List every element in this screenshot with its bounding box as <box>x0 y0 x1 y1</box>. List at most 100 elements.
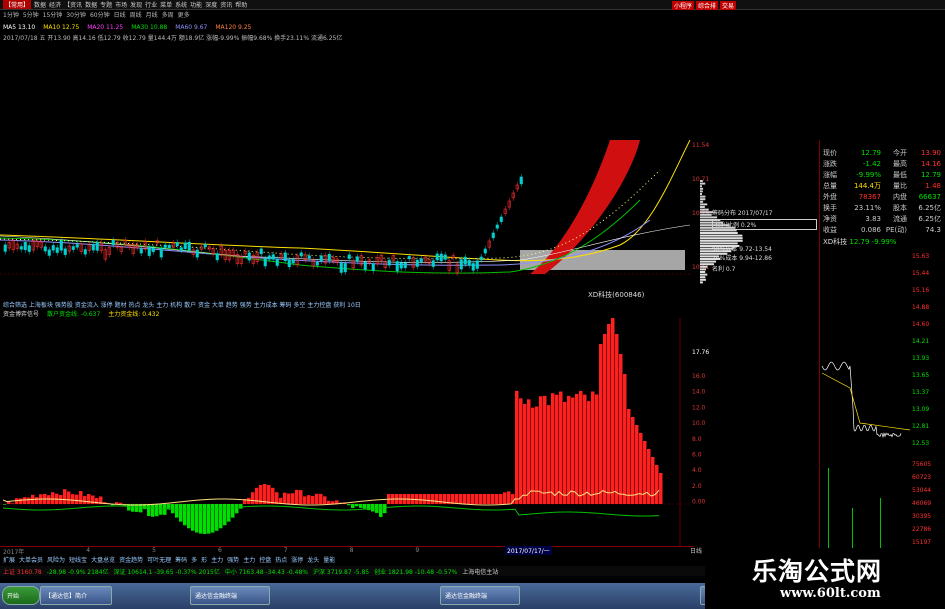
menu-item[interactable]: 【资讯 <box>64 0 82 9</box>
top-button[interactable]: 交易 <box>720 1 737 10</box>
taskbar-item[interactable]: 开始 <box>2 586 40 605</box>
indicator-tab[interactable]: 大盘总览 <box>91 555 115 564</box>
indicator-tab[interactable]: 控盘 <box>259 555 271 564</box>
fund-bar <box>295 489 299 504</box>
fund-bar <box>147 504 151 516</box>
menu-item[interactable]: 功能 <box>190 0 202 9</box>
fund-bar <box>363 504 367 509</box>
fund-bar <box>79 491 83 504</box>
quote-row: 换手 23.11% 股本 6.25亿 <box>823 203 945 213</box>
period-indicator[interactable]: 日线 <box>690 546 702 555</box>
fund-bar <box>575 393 579 504</box>
quote-value: 78367 <box>858 193 881 201</box>
indicator-tab[interactable]: 可叶无理 <box>147 555 171 564</box>
menu-item[interactable]: 经济 <box>49 0 61 9</box>
price-chart[interactable]: 11.5410.7110.2910.11 <box>0 140 720 300</box>
period-tab[interactable]: 15分钟 <box>43 10 63 19</box>
menu-item[interactable]: 菜单 <box>160 0 172 9</box>
menu-item[interactable]: 帮助 <box>235 0 247 9</box>
menu-item[interactable]: 数据 <box>34 0 46 9</box>
top-button[interactable]: 小程序 <box>672 1 695 10</box>
chip-bar <box>700 271 706 273</box>
fund-bar <box>579 390 583 504</box>
menu-item[interactable]: 专题 <box>100 0 112 9</box>
taskbar-item[interactable]: 通达信金融终端 <box>440 586 520 605</box>
indicator-tab[interactable]: 热点 <box>275 555 287 564</box>
fund-bar <box>551 393 555 504</box>
quote-value: 12.79 <box>920 171 941 179</box>
period-tab[interactable]: 更多 <box>178 10 190 19</box>
menu-item[interactable]: 市场 <box>115 0 127 9</box>
ma-legend-item: MA60 9.67 <box>175 24 208 31</box>
menu-item[interactable]: 行业 <box>145 0 157 9</box>
menu-item[interactable]: 发现 <box>130 0 142 9</box>
chip-bar <box>700 265 708 268</box>
fund-bar <box>175 504 179 518</box>
menu-item[interactable]: 数据 <box>85 0 97 9</box>
fund-bar <box>587 401 591 504</box>
period-tab[interactable]: 60分钟 <box>90 10 110 19</box>
fund-flow-chart[interactable]: 17.76 16.0 14.0 12.0 10.0 8.0 6.0 4.0 2.0 0.00 <box>0 318 720 546</box>
indicator-tab[interactable]: 形 <box>201 555 207 564</box>
fund-bar <box>327 500 331 504</box>
indicator-tab[interactable]: 龙头 <box>307 555 319 564</box>
quote-value: 1.48 <box>925 182 941 190</box>
menu-item[interactable]: 深度 <box>205 0 217 9</box>
indicator-tab[interactable]: 量能 <box>323 555 335 564</box>
fund-bar <box>255 487 259 504</box>
quote-label: 收益 <box>823 226 837 234</box>
indicator-tab[interactable]: 短线宝 <box>69 555 87 564</box>
quote-row: 现价 12.79 今开 13.90 <box>823 148 945 158</box>
period-tab[interactable]: 周线 <box>130 10 142 19</box>
quote-label: 外盘 <box>823 193 837 201</box>
indicator-tab[interactable]: 筹码 <box>175 555 187 564</box>
fund-bar <box>351 504 355 509</box>
chip-bar <box>700 198 706 201</box>
fund-bar <box>603 334 607 504</box>
taskbar-item[interactable]: 通达信金融终端 <box>190 586 270 605</box>
indicator-tab[interactable]: 主力 <box>243 555 255 564</box>
period-tab[interactable]: 5分钟 <box>23 10 39 19</box>
mini-title: XD科技 <box>823 238 848 246</box>
menu-item[interactable]: 【常用】 <box>3 0 32 9</box>
fund-bar <box>647 449 651 504</box>
menu-item[interactable]: 资讯 <box>220 0 232 9</box>
y-tick-indicator: 17.76 <box>692 349 709 356</box>
y-tick-price: 15.63 <box>912 253 929 260</box>
intraday-chart[interactable]: 15.63 15.44 15.16 14.88 14.60 14.21 13.93 13.65… <box>820 248 945 568</box>
fund-bar <box>495 494 499 504</box>
fund-bar <box>219 504 223 529</box>
fund-bar <box>615 334 619 504</box>
y-tick-price: 13.93 <box>912 355 929 362</box>
period-tab[interactable]: 1分钟 <box>3 10 19 19</box>
fund-bar <box>251 492 255 504</box>
indicator-tab[interactable]: 强势 <box>227 555 239 564</box>
top-button[interactable]: 综合排 <box>696 1 719 10</box>
bar-info-line: 2017/07/18 五 开13.90 高14.16 低12.79 收12.79… <box>3 35 343 42</box>
fund-bar <box>315 493 319 504</box>
indicator-legend-item: 资金博弈信号 <box>3 311 40 318</box>
period-tab[interactable]: 日线 <box>114 10 126 19</box>
indicator-tabs[interactable]: 综合筛选 上海板块 强势股 资金流入 涨停 题材 热点 龙头 主力 机构 散户 … <box>3 300 361 309</box>
indicator-tab[interactable]: 主力 <box>211 555 223 564</box>
indicator-tab[interactable]: 风险为 <box>47 555 65 564</box>
period-tab[interactable]: 30分钟 <box>66 10 86 19</box>
period-tab[interactable]: 多周 <box>162 10 174 19</box>
ma-legend-item: MA5 13.10 <box>3 24 36 31</box>
fund-bar <box>275 492 279 504</box>
date-tick: 9 <box>415 547 420 554</box>
fund-bar <box>431 494 435 504</box>
chip-bar <box>700 208 709 211</box>
quote-row: 总量 144.4万 量比 1.48 <box>823 181 945 191</box>
fund-bar <box>215 504 219 531</box>
indicator-tab[interactable]: 大单会员 <box>19 555 43 564</box>
taskbar-item[interactable]: 【通达信】简介 <box>40 586 112 605</box>
menu-item[interactable]: 系统 <box>175 0 187 9</box>
indicator-tab[interactable]: 多 <box>191 555 197 564</box>
indicator-tab[interactable]: 资金趋势 <box>119 555 143 564</box>
intraday-avg-line <box>821 372 911 431</box>
indicator-tab[interactable]: 涨停 <box>291 555 303 564</box>
indicator-tab[interactable]: 扩展 <box>3 555 15 564</box>
ma-legend-item: MA10 12.75 <box>43 24 80 31</box>
period-tab[interactable]: 月线 <box>146 10 158 19</box>
